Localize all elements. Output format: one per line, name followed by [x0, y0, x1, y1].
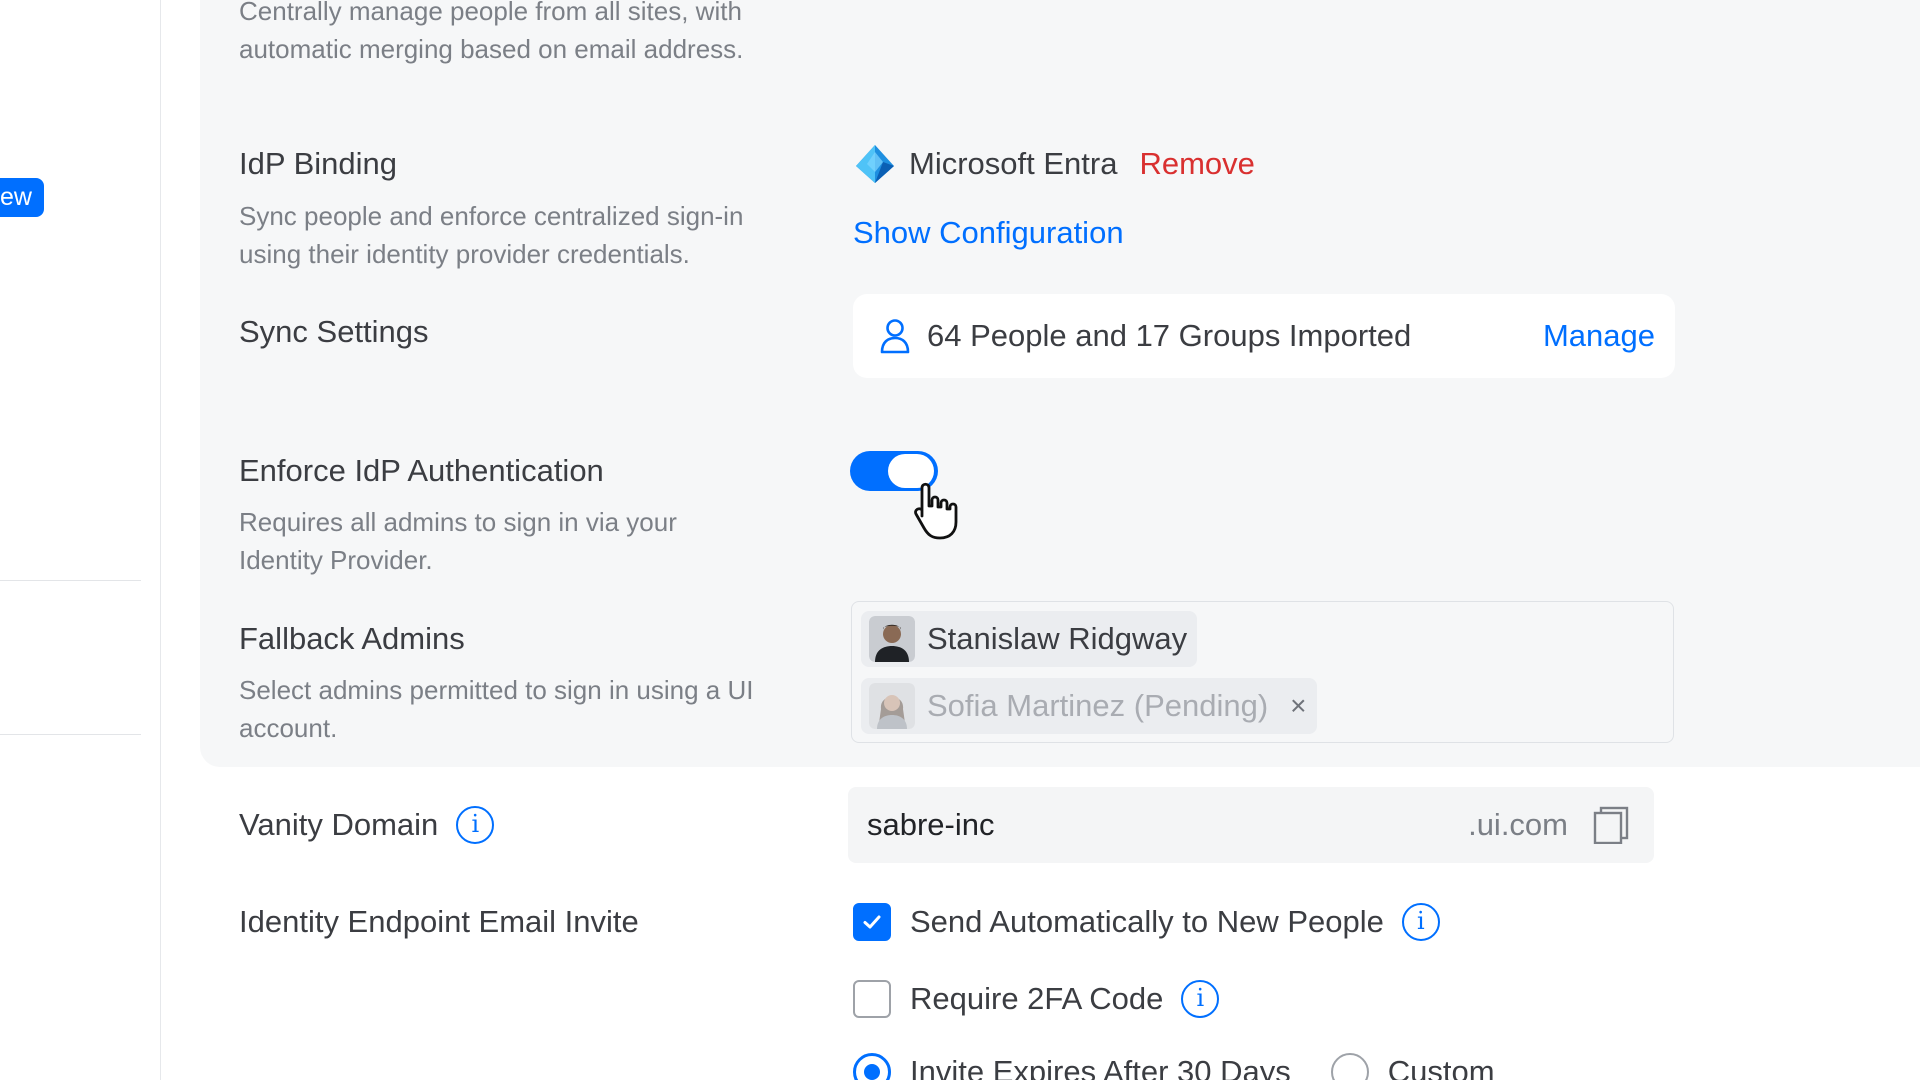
- check-icon: [863, 915, 881, 929]
- invite-expiry-option: Invite Expires After 30 Days Custom: [853, 1050, 1495, 1080]
- vanity-domain-label-row: Vanity Domain i: [239, 806, 495, 844]
- sync-summary-text: 64 People and 17 Groups Imported: [927, 318, 1412, 353]
- admin-chip-pending[interactable]: Sofia Martinez (Pending) ×: [861, 678, 1317, 734]
- custom-expiry-label: Custom: [1387, 1054, 1495, 1080]
- idp-provider-row: Microsoft Entra Remove: [853, 142, 1255, 186]
- person-icon: [880, 319, 910, 354]
- idp-binding-label: IdP Binding: [239, 146, 397, 181]
- avatar: [869, 616, 915, 662]
- central-management-description: Centrally manage people from all sites, …: [239, 0, 744, 64]
- custom-expiry-radio[interactable]: [1330, 1053, 1369, 1080]
- email-invite-label: Identity Endpoint Email Invite: [239, 904, 639, 939]
- info-icon[interactable]: i: [1181, 980, 1220, 1018]
- fallback-admins-label: Fallback Admins: [239, 621, 465, 656]
- require-2fa-checkbox[interactable]: [853, 980, 891, 1018]
- enforce-idp-description: Requires all admins to sign in via your …: [239, 507, 677, 575]
- avatar: [869, 683, 915, 729]
- expires-30-days-radio[interactable]: [853, 1053, 891, 1080]
- hand-cursor-icon: [914, 482, 958, 540]
- idp-binding-description: Sync people and enforce centralized sign…: [239, 201, 744, 269]
- vanity-domain-label: Vanity Domain: [239, 807, 439, 842]
- vanity-domain-input[interactable]: sabre-inc .ui.com: [848, 787, 1654, 863]
- show-configuration-link[interactable]: Show Configuration: [853, 215, 1124, 251]
- vanity-domain-suffix: .ui.com: [1468, 807, 1568, 842]
- enforce-idp-label: Enforce IdP Authentication: [239, 453, 604, 488]
- left-sidebar: ew: [0, 0, 161, 1080]
- remove-idp-button[interactable]: Remove: [1139, 146, 1254, 182]
- send-automatically-option: Send Automatically to New People i: [853, 900, 1440, 944]
- expires-30-days-label: Invite Expires After 30 Days: [910, 1054, 1291, 1080]
- send-automatically-label: Send Automatically to New People: [910, 904, 1384, 939]
- microsoft-entra-icon: [856, 145, 894, 183]
- sync-settings-label: Sync Settings: [239, 314, 429, 349]
- send-automatically-checkbox[interactable]: [853, 903, 891, 941]
- require-2fa-option: Require 2FA Code i: [853, 977, 1220, 1021]
- admin-name: Stanislaw Ridgway: [927, 621, 1188, 656]
- sync-summary-card: 64 People and 17 Groups Imported Manage: [853, 294, 1675, 378]
- manage-sync-link[interactable]: Manage: [1543, 318, 1655, 354]
- new-badge[interactable]: ew: [0, 178, 44, 217]
- info-icon[interactable]: i: [1401, 903, 1440, 941]
- admin-name: Sofia Martinez (Pending): [927, 688, 1269, 723]
- info-icon[interactable]: i: [456, 806, 495, 844]
- sidebar-divider: [0, 734, 141, 735]
- vanity-domain-value: sabre-inc: [867, 807, 995, 842]
- admin-chip[interactable]: Stanislaw Ridgway: [861, 611, 1198, 667]
- remove-admin-icon[interactable]: ×: [1290, 690, 1306, 722]
- copy-icon[interactable]: [1592, 806, 1630, 844]
- idp-provider-name: Microsoft Entra: [909, 146, 1118, 181]
- fallback-admins-description: Select admins permitted to sign in using…: [239, 675, 754, 743]
- fallback-admins-input[interactable]: Stanislaw Ridgway Sofia Martinez (Pendin…: [851, 601, 1674, 743]
- sidebar-divider: [0, 580, 141, 581]
- require-2fa-label: Require 2FA Code: [910, 981, 1164, 1016]
